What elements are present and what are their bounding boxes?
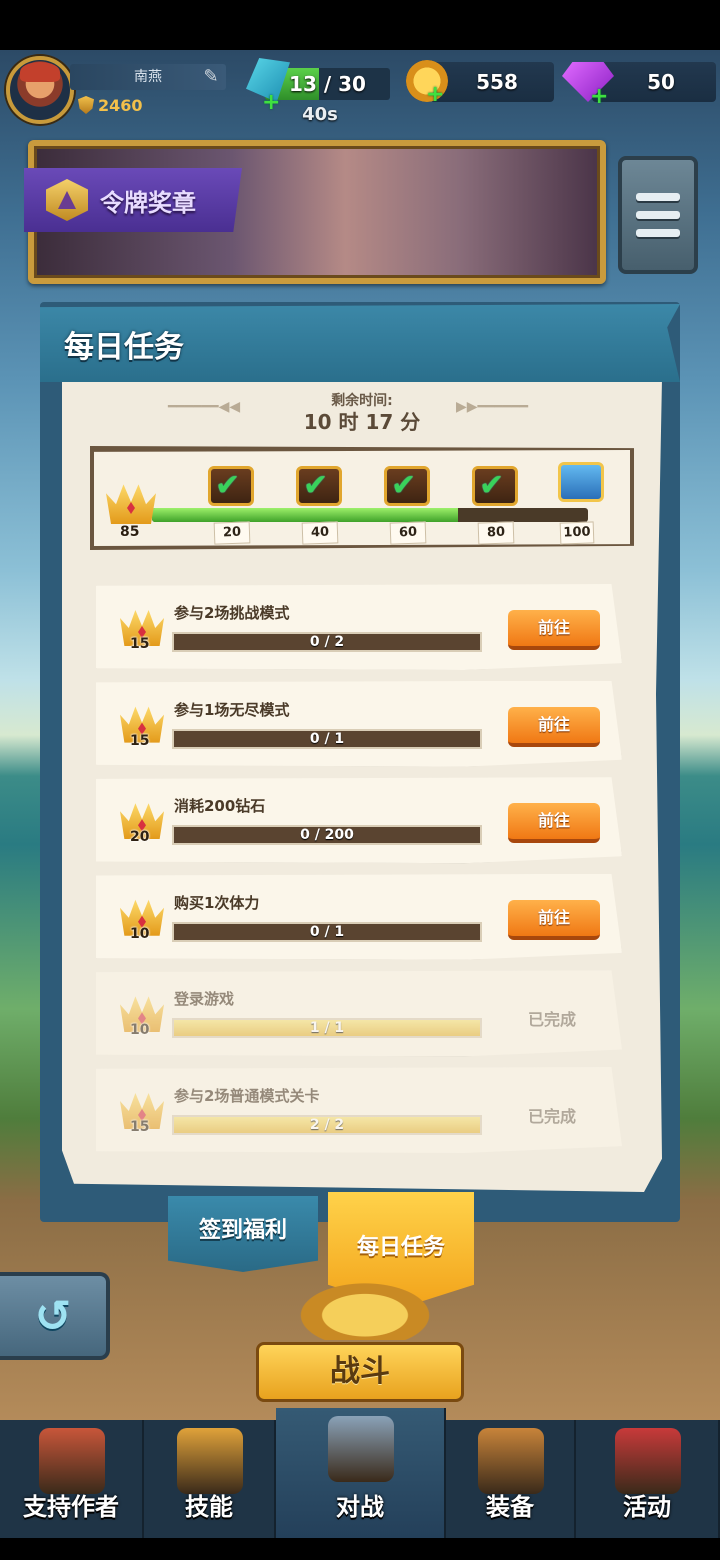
menu-line xyxy=(636,229,680,237)
nav-label: 活动 xyxy=(623,1493,671,1521)
battle-button[interactable]: 战斗 xyxy=(256,1342,464,1402)
nav-item-shop[interactable]: 支持作者 xyxy=(0,1420,144,1538)
task-progress-bar: 0 / 1 xyxy=(172,728,482,749)
task-title: 消耗200钻石 xyxy=(174,797,266,816)
task-reward: 10 xyxy=(130,1022,150,1039)
nav-item-skill[interactable]: 技能 xyxy=(144,1420,276,1538)
task-progress-bar: 2 / 2 xyxy=(172,1115,482,1135)
task-progress-bar: 0 / 200 xyxy=(172,825,482,846)
milestone-label: 60 xyxy=(389,521,427,545)
task-progress-text: 0 / 1 xyxy=(309,730,345,747)
nav-label: 对战 xyxy=(336,1493,384,1521)
task-completed-label: 已完成 xyxy=(528,1107,577,1126)
current-points: 85 xyxy=(120,524,140,540)
task-row: 15 参与2场普通模式关卡 2 / 2 已完成 xyxy=(96,1067,622,1153)
task-title: 参与1场无尽模式 xyxy=(174,700,290,719)
system-bar xyxy=(0,1538,720,1560)
edit-name-icon[interactable]: ✎ xyxy=(200,66,222,88)
milestone-label: 80 xyxy=(477,521,515,545)
task-row: 10 购买1次体力 0 / 1 前往 xyxy=(96,873,622,960)
milestone-label: 20 xyxy=(213,521,251,545)
skill-icon xyxy=(177,1428,243,1494)
remaining-time-value: 10 时 17 分 xyxy=(303,410,421,434)
shield-icon xyxy=(78,96,94,114)
milestone-chest-icon[interactable]: ✔ xyxy=(296,466,342,506)
token-tag[interactable]: 令牌奖章 xyxy=(24,168,242,232)
task-progress-text: 0 / 2 xyxy=(309,634,345,650)
task-title: 登录游戏 xyxy=(174,990,235,1009)
add-energy-icon[interactable]: + xyxy=(262,92,280,114)
menu-line xyxy=(636,211,680,219)
nav-item-battle[interactable]: 对战 xyxy=(276,1408,446,1538)
checkmark-icon: ✔ xyxy=(215,468,241,503)
left-arrow-decoration: ━━━━━━◀◀ xyxy=(168,399,241,415)
task-reward: 15 xyxy=(130,732,150,749)
back-arrow-icon: ↺ xyxy=(34,1290,72,1342)
milestone-chest-icon[interactable]: ✔ xyxy=(384,466,430,506)
task-title: 购买1次体力 xyxy=(174,893,260,912)
task-progress-bar: 1 / 1 xyxy=(172,1018,482,1039)
milestone-fill xyxy=(152,508,459,522)
tab-checkin[interactable]: 签到福利 xyxy=(168,1196,318,1272)
task-go-button[interactable]: 前往 xyxy=(508,706,600,747)
player-avatar[interactable] xyxy=(6,56,74,124)
nav-item-event[interactable]: 活动 xyxy=(576,1420,720,1538)
checkmark-icon: ✔ xyxy=(303,468,329,503)
task-go-button[interactable]: 前往 xyxy=(508,803,600,844)
task-title: 参与2场普通模式关卡 xyxy=(174,1087,320,1105)
nav-label: 技能 xyxy=(185,1493,233,1521)
shop-icon xyxy=(39,1428,105,1494)
task-progress-bar: 0 / 2 xyxy=(172,632,482,652)
panel-title: 每日任务 xyxy=(64,330,184,365)
right-arrow-decoration: ▶▶━━━━━━ xyxy=(456,399,529,415)
player-score-value: 2460 xyxy=(98,95,143,115)
milestone-chest-icon[interactable] xyxy=(558,462,604,502)
task-reward: 20 xyxy=(130,829,150,846)
event-icon xyxy=(615,1428,681,1494)
treasure-pile xyxy=(290,1278,440,1340)
task-reward: 15 xyxy=(130,1119,150,1135)
token-label: 令牌奖章 xyxy=(100,188,196,217)
menu-line xyxy=(636,193,680,201)
task-row: 15 参与1场无尽模式 0 / 1 前往 xyxy=(96,680,622,767)
task-row: 20 消耗200钻石 0 / 200 前往 xyxy=(96,777,622,864)
task-row: 15 参与2场挑战模式 0 / 2 前往 xyxy=(96,584,622,670)
energy-timer: 40s xyxy=(302,104,338,125)
nav-item-equipment[interactable]: 装备 xyxy=(446,1420,576,1538)
milestone-area xyxy=(94,450,630,546)
task-progress-text: 0 / 1 xyxy=(309,923,345,940)
task-completed-label: 已完成 xyxy=(528,1010,577,1030)
back-button[interactable]: ↺ xyxy=(0,1272,110,1360)
milestone-label: 40 xyxy=(301,521,339,545)
task-progress-text: 0 / 200 xyxy=(300,827,354,844)
milestone-label: 100 xyxy=(559,521,595,545)
player-score: 2460 xyxy=(78,93,143,117)
task-row: 10 登录游戏 1 / 1 已完成 xyxy=(96,970,622,1057)
milestone-chest-icon[interactable]: ✔ xyxy=(208,466,254,506)
milestone-chest-icon[interactable]: ✔ xyxy=(472,466,518,506)
checkmark-icon: ✔ xyxy=(391,468,417,503)
task-reward: 15 xyxy=(130,636,150,652)
task-title: 参与2场挑战模式 xyxy=(174,604,290,622)
task-progress-text: 1 / 1 xyxy=(309,1020,345,1037)
coins-value: 558 xyxy=(476,70,518,94)
token-emblem-icon xyxy=(46,179,88,221)
task-progress-bar: 0 / 1 xyxy=(172,921,482,942)
gems-value: 50 xyxy=(647,70,675,94)
battle-icon xyxy=(328,1416,394,1482)
task-go-button[interactable]: 前往 xyxy=(508,610,600,650)
task-progress-text: 2 / 2 xyxy=(309,1117,345,1133)
checkmark-icon: ✔ xyxy=(479,468,505,503)
task-go-button[interactable]: 前往 xyxy=(508,899,600,940)
nav-label: 装备 xyxy=(486,1493,534,1521)
nav-label: 支持作者 xyxy=(23,1493,119,1521)
menu-button[interactable] xyxy=(618,156,698,274)
task-reward: 10 xyxy=(130,925,150,942)
milestone-track xyxy=(152,508,588,522)
equipment-icon xyxy=(478,1428,544,1494)
